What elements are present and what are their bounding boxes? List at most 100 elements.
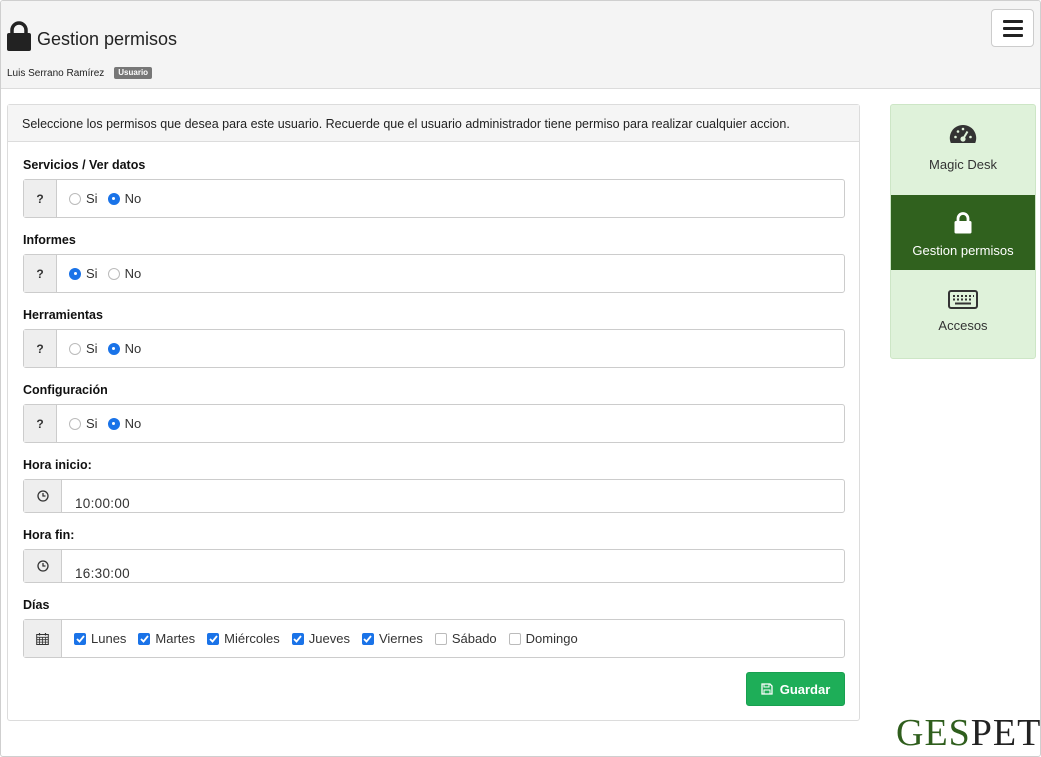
check-box xyxy=(508,632,521,645)
radio-servicios-no[interactable]: No xyxy=(107,191,142,206)
check-box-checked xyxy=(361,632,374,645)
hora-inicio-input[interactable]: 10:00:00 xyxy=(62,480,130,512)
radio-label: No xyxy=(124,416,142,431)
page-title: Gestion permisos xyxy=(37,29,178,49)
help-icon[interactable]: ? xyxy=(24,180,57,217)
checkbox-martes[interactable]: Martes xyxy=(138,631,195,646)
checkbox-label: Sábado xyxy=(451,631,497,646)
hora-inicio-group: 10:00:00 xyxy=(23,479,845,513)
check-box-checked xyxy=(207,632,220,645)
perm-options: Si No xyxy=(57,255,151,292)
radio-herramientas-si[interactable]: Si xyxy=(69,341,98,356)
perm-label-informes: Informes xyxy=(23,233,76,247)
checkbox-label: Lunes xyxy=(91,631,127,646)
dias-options: Lunes Martes Miércoles Jueves Viernes Sá… xyxy=(62,620,590,657)
title-row: Gestion permisos xyxy=(7,21,177,51)
perm-label-servicios: Servicios / Ver datos xyxy=(23,158,146,172)
radio-circle xyxy=(69,342,81,355)
perm-options: Si No xyxy=(57,405,151,442)
radio-servicios-si[interactable]: Si xyxy=(69,191,98,206)
checkbox-lunes[interactable]: Lunes xyxy=(74,631,126,646)
user-info: Luis Serrano Ramírez Usuario xyxy=(7,67,153,79)
radio-circle xyxy=(69,417,81,430)
sidebar-item-gestion-permisos[interactable]: Gestion permisos xyxy=(891,195,1035,270)
checkbox-viernes[interactable]: Viernes xyxy=(361,631,423,646)
gespet-logo: GESPET xyxy=(896,712,1041,754)
lock-icon xyxy=(7,21,31,51)
dias-label: Días xyxy=(23,598,50,612)
page-header: Gestion permisos Luis Serrano Ramírez Us… xyxy=(1,1,1040,89)
radio-label: Si xyxy=(86,341,98,356)
lock-icon xyxy=(954,212,972,234)
help-icon[interactable]: ? xyxy=(24,255,57,292)
side-navigation: Magic Desk Gestion permisos Accesos xyxy=(890,104,1036,359)
calendar-icon xyxy=(24,620,62,657)
radio-circle xyxy=(107,267,120,280)
radio-circle-selected xyxy=(107,192,120,205)
radio-label: Si xyxy=(86,266,98,281)
help-icon[interactable]: ? xyxy=(24,330,57,367)
radio-configuracion-si[interactable]: Si xyxy=(69,416,98,431)
menu-button[interactable] xyxy=(991,9,1034,47)
help-icon[interactable]: ? xyxy=(24,405,57,442)
dashboard-icon xyxy=(949,124,977,143)
radio-label: No xyxy=(124,341,142,356)
check-box-checked xyxy=(74,632,86,645)
perm-options: Si No xyxy=(57,180,151,217)
radio-label: No xyxy=(124,266,142,281)
role-badge: Usuario xyxy=(114,67,153,79)
check-box-checked xyxy=(138,632,151,645)
hora-fin-label: Hora fin: xyxy=(23,528,75,542)
hamburger-icon-bar xyxy=(1002,26,1023,30)
clock-icon xyxy=(24,480,62,512)
logo-part-ges: GES xyxy=(896,712,971,754)
checkbox-label: Miércoles xyxy=(224,631,280,646)
checkbox-domingo[interactable]: Domingo xyxy=(508,631,578,646)
checkbox-sabado[interactable]: Sábado xyxy=(434,631,497,646)
hora-inicio-label: Hora inicio: xyxy=(23,458,92,472)
sidebar-item-accesos[interactable]: Accesos xyxy=(891,270,1035,358)
radio-herramientas-no[interactable]: No xyxy=(107,341,142,356)
checkbox-label: Martes xyxy=(155,631,196,646)
radio-circle-selected xyxy=(69,267,81,280)
hora-fin-input[interactable]: 16:30:00 xyxy=(62,550,130,582)
radio-circle-selected xyxy=(107,342,120,355)
save-button[interactable]: Guardar xyxy=(746,672,845,706)
permissions-panel: Seleccione los permisos que desea para e… xyxy=(7,104,860,721)
hora-fin-group: 16:30:00 xyxy=(23,549,845,583)
clock-icon xyxy=(24,550,62,582)
radio-informes-no[interactable]: No xyxy=(107,266,142,281)
sidebar-item-magic-desk[interactable]: Magic Desk xyxy=(891,105,1035,195)
hamburger-icon-bar xyxy=(1002,19,1023,23)
radio-circle xyxy=(69,192,81,205)
sidebar-item-label: Magic Desk xyxy=(929,157,997,172)
sidebar-item-label: Accesos xyxy=(938,318,988,333)
logo-part-pet: PET xyxy=(970,712,1041,754)
radio-label: No xyxy=(124,191,142,206)
keyboard-icon xyxy=(948,290,978,309)
checkbox-label: Domingo xyxy=(525,631,578,646)
panel-intro: Seleccione los permisos que desea para e… xyxy=(8,105,859,142)
perm-group-informes: ? Si No xyxy=(23,254,845,293)
perm-options: Si No xyxy=(57,330,151,367)
checkbox-jueves[interactable]: Jueves xyxy=(291,631,350,646)
radio-label: Si xyxy=(86,416,98,431)
checkbox-miercoles[interactable]: Miércoles xyxy=(207,631,280,646)
perm-group-servicios: ? Si No xyxy=(23,179,845,218)
perm-group-configuracion: ? Si No xyxy=(23,404,845,443)
radio-label: Si xyxy=(86,191,98,206)
floppy-disk-icon xyxy=(761,683,773,695)
app-window: Gestion permisos Luis Serrano Ramírez Us… xyxy=(0,0,1041,757)
perm-label-configuracion: Configuración xyxy=(23,383,108,397)
sidebar-item-label: Gestion permisos xyxy=(912,243,1014,258)
perm-label-herramientas: Herramientas xyxy=(23,308,103,322)
checkbox-label: Viernes xyxy=(378,631,423,646)
radio-informes-si[interactable]: Si xyxy=(69,266,98,281)
checkbox-label: Jueves xyxy=(308,631,350,646)
dias-group: Lunes Martes Miércoles Jueves Viernes Sá… xyxy=(23,619,845,658)
user-name: Luis Serrano Ramírez xyxy=(7,67,105,79)
hamburger-icon-bar xyxy=(1002,33,1023,37)
save-label: Guardar xyxy=(779,681,831,697)
check-box xyxy=(434,632,447,645)
radio-configuracion-no[interactable]: No xyxy=(107,416,142,431)
